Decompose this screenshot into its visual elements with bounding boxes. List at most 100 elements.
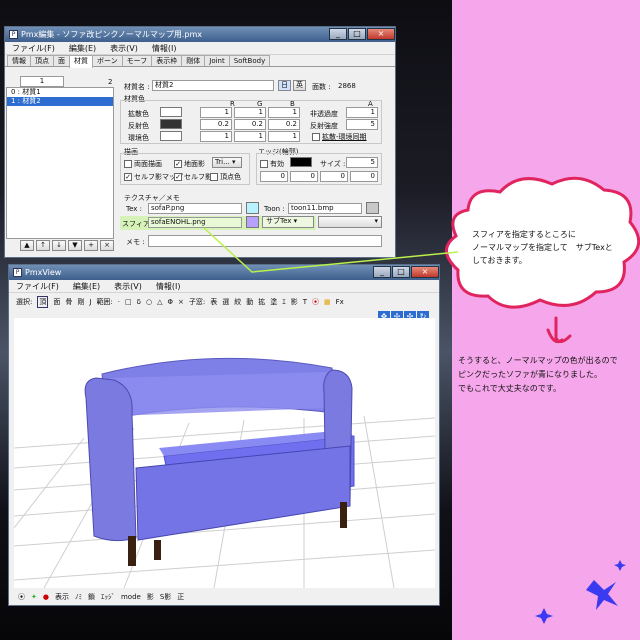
status-chain[interactable]: 鎖 [88, 592, 95, 602]
reflect-field[interactable]: 5 [346, 119, 378, 130]
tab-info[interactable]: 情報 [7, 55, 31, 66]
camera-icon[interactable]: ⦿ [18, 592, 25, 602]
wireframe-icon[interactable]: ⦿ [312, 297, 319, 307]
specular-r[interactable]: 0.2 [200, 119, 232, 130]
vertex-color-checkbox[interactable]: 頂点色 [210, 172, 241, 182]
menu-view[interactable]: 表示(V) [103, 43, 145, 54]
tab-face[interactable]: 面 [53, 55, 70, 66]
select-rigid[interactable]: 剛 [77, 297, 84, 307]
status-mode[interactable]: mode [121, 593, 141, 601]
select-vertex[interactable]: 頂 [37, 296, 49, 308]
tex-field[interactable]: sofaP.png [148, 203, 242, 214]
material-list[interactable]: 0 : 材質1 1 : 材質2 [6, 87, 114, 239]
minimize-button[interactable]: _ [373, 266, 391, 278]
ambient-g[interactable]: 1 [234, 131, 266, 142]
menu-edit[interactable]: 編集(E) [66, 281, 107, 292]
menu-info[interactable]: 情報(I) [149, 281, 188, 292]
tab-softbody[interactable]: SoftBody [228, 55, 271, 66]
dot-icon[interactable]: ● [43, 593, 49, 601]
tab-morph[interactable]: モーフ [121, 55, 153, 66]
status-ortho[interactable]: 正 [177, 592, 184, 602]
range-rect-icon[interactable]: □ [125, 298, 132, 306]
child-item[interactable]: T [303, 298, 307, 306]
tab-material[interactable]: 材質 [69, 55, 93, 68]
status-edge[interactable]: ｴｯｼﾞ [101, 592, 115, 602]
menu-view[interactable]: 表示(V) [107, 281, 149, 292]
tab-vertex[interactable]: 頂点 [30, 55, 54, 66]
edge-g[interactable]: 0 [290, 171, 318, 182]
status-only[interactable]: ﾉﾐ [75, 592, 82, 602]
child-item[interactable]: ｴ [282, 297, 286, 307]
tab-display-frame[interactable]: 表示枠 [151, 55, 183, 66]
maximize-button[interactable]: □ [348, 28, 366, 40]
child-item[interactable]: 拡 [258, 297, 265, 307]
specular-b[interactable]: 0.2 [268, 119, 300, 130]
light-icon[interactable]: ✦ [31, 593, 37, 601]
edge-enable-checkbox[interactable]: 有効 [260, 159, 284, 169]
range-circle-icon[interactable]: ○ [146, 298, 152, 306]
diffuse-r[interactable]: 1 [200, 107, 232, 118]
edge-b[interactable]: 0 [320, 171, 348, 182]
lang-jp-button[interactable]: 日 [278, 80, 291, 91]
tab-bone[interactable]: ボーン [92, 55, 123, 66]
delete-button[interactable]: × [100, 240, 114, 251]
menu-file[interactable]: ファイル(F) [9, 281, 66, 292]
toon-field[interactable]: toon11.bmp [288, 203, 362, 214]
move-bottom-button[interactable]: ▼ [68, 240, 82, 251]
select-joint[interactable]: J [89, 298, 91, 306]
range-point-icon[interactable]: · [118, 298, 120, 306]
status-display[interactable]: 表示 [55, 592, 69, 602]
edge-a[interactable]: 0 [350, 171, 378, 182]
maximize-button[interactable]: □ [392, 266, 410, 278]
sphere-preview[interactable] [246, 216, 259, 228]
diffuse-b[interactable]: 1 [268, 107, 300, 118]
child-item[interactable]: 影 [291, 297, 298, 307]
child-item[interactable]: 塗 [270, 297, 277, 307]
menu-info[interactable]: 情報(I) [145, 43, 184, 54]
close-button[interactable]: × [411, 266, 439, 278]
select-face[interactable]: 面 [53, 297, 60, 307]
ambient-swatch[interactable] [160, 131, 182, 141]
3d-viewport[interactable] [14, 318, 435, 588]
list-item[interactable]: 0 : 材質1 [7, 88, 113, 97]
add-button[interactable]: + [84, 240, 98, 251]
ground-shadow-checkbox[interactable]: ✓ 地面影 [174, 159, 205, 169]
close-button[interactable]: × [367, 28, 395, 40]
specular-g[interactable]: 0.2 [234, 119, 266, 130]
tab-joint[interactable]: Joint [204, 55, 230, 66]
status-shadow[interactable]: 影 [147, 592, 154, 602]
edge-r[interactable]: 0 [260, 171, 288, 182]
status-self-shadow[interactable]: S影 [160, 592, 171, 602]
range-lasso-icon[interactable]: δ [137, 298, 141, 306]
ambient-b[interactable]: 1 [268, 131, 300, 142]
menu-file[interactable]: ファイル(F) [5, 43, 62, 54]
sphere-extra-dropdown[interactable]: ▾ [318, 216, 382, 228]
child-item[interactable]: 動 [246, 297, 253, 307]
grid-color-icon[interactable]: ▦ [324, 298, 331, 306]
self-shadow-checkbox[interactable]: ✓ セルフ影 [174, 172, 212, 182]
tri-dropdown[interactable]: Tri... ▾ [212, 157, 242, 168]
select-bone[interactable]: 骨 [65, 297, 72, 307]
editor-titlebar[interactable]: P Pmx編集 - ソファ改ピンクノーマルマップ用.pmx _ □ × [5, 27, 395, 42]
lang-en-button[interactable]: 英 [293, 80, 306, 91]
move-down-button[interactable]: ↓ [52, 240, 66, 251]
list-index-field[interactable]: 1 [20, 76, 64, 87]
diffuse-g[interactable]: 1 [234, 107, 266, 118]
move-top-button[interactable]: ▲ [20, 240, 34, 251]
sphere-field[interactable]: sofaENOHL.png [148, 217, 242, 228]
menu-edit[interactable]: 編集(E) [62, 43, 103, 54]
diffuse-swatch[interactable] [160, 107, 182, 117]
child-item[interactable]: 絞 [234, 297, 241, 307]
double-sided-checkbox[interactable]: 両面描画 [124, 159, 162, 169]
list-item-selected[interactable]: 1 : 材質2 [7, 97, 113, 106]
minimize-button[interactable]: _ [329, 28, 347, 40]
move-up-button[interactable]: ↑ [36, 240, 50, 251]
child-item[interactable]: 表 [210, 297, 217, 307]
toon-preview[interactable] [366, 202, 379, 214]
range-phi-icon[interactable]: Φ [167, 298, 173, 306]
range-cross-icon[interactable]: × [178, 298, 184, 306]
ambient-r[interactable]: 1 [200, 131, 232, 142]
specular-swatch[interactable] [160, 119, 182, 129]
viewer-titlebar[interactable]: P PmxView _ □ × [9, 265, 439, 280]
range-triangle-icon[interactable]: △ [157, 298, 162, 306]
